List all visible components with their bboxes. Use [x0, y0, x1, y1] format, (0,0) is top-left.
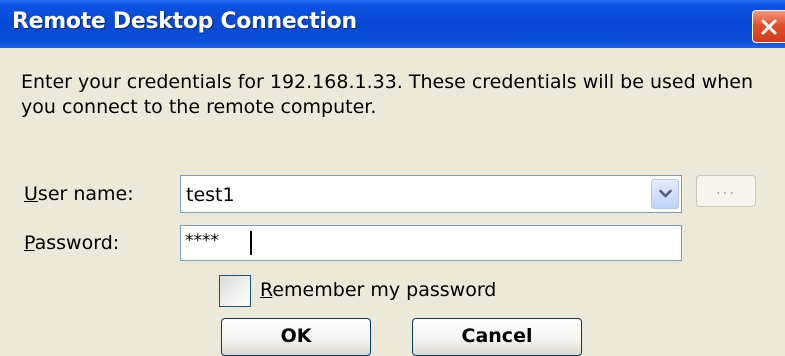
close-button[interactable]	[752, 10, 785, 43]
password-label-text: assword:	[34, 232, 120, 254]
window-title: Remote Desktop Connection	[12, 9, 357, 34]
remember-password-checkbox[interactable]	[219, 275, 251, 307]
remember-label-accelerator: R	[260, 279, 273, 301]
username-label: User name:	[24, 183, 134, 205]
password-label-accelerator: P	[24, 232, 35, 254]
title-bar[interactable]: Remote Desktop Connection	[0, 0, 785, 48]
remember-password-label[interactable]: Remember my password	[260, 279, 496, 301]
password-field[interactable]: ****	[180, 225, 682, 261]
password-label: Password:	[24, 232, 119, 254]
username-value: test1	[186, 184, 235, 206]
username-dropdown-button[interactable]	[651, 179, 679, 209]
ok-button[interactable]: OK	[221, 318, 371, 356]
browse-users-button[interactable]: ...	[696, 175, 756, 207]
username-label-text: ser name:	[37, 183, 134, 205]
remote-desktop-dialog: Remote Desktop Connection Enter your cre…	[0, 0, 785, 356]
username-combobox[interactable]: test1	[180, 175, 682, 213]
username-label-accelerator: U	[24, 183, 38, 205]
remember-label-text: emember my password	[272, 279, 497, 301]
text-caret	[250, 231, 252, 255]
credentials-message: Enter your credentials for 192.168.1.33.…	[21, 71, 753, 118]
password-value: ****	[185, 231, 219, 251]
cancel-button[interactable]: Cancel	[412, 318, 582, 356]
